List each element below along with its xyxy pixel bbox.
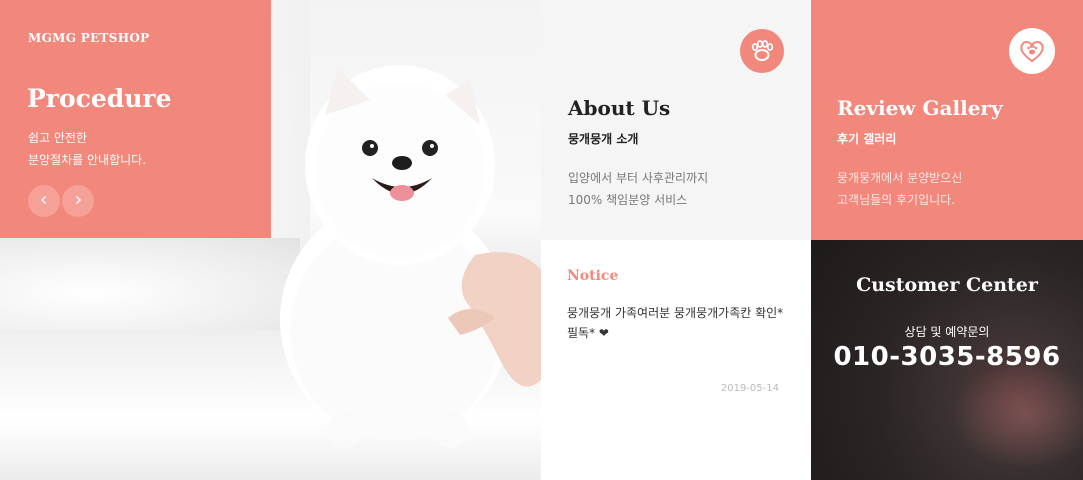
about-subtitle: 뭉개뭉개 소개 (568, 132, 639, 146)
chevron-left-icon (41, 196, 46, 204)
paw-icon (751, 40, 774, 61)
about-description: 입양에서 부터 사후관리까지 100% 책임분양 서비스 (568, 167, 708, 211)
about-title: About Us (568, 96, 671, 120)
customer-center-panel: Customer Center 상담 및 예약문의 010-3035-8596 (811, 240, 1083, 480)
review-desc-line2: 고객님들의 후기입니다. (837, 193, 956, 207)
about-desc-line2: 100% 책임분양 서비스 (568, 193, 688, 207)
phone-number[interactable]: 010-3035-8596 (811, 342, 1083, 372)
review-desc-line1: 뭉개뭉개에서 분양받으신 (837, 171, 963, 185)
procedure-desc-line2: 분양절차를 안내합니다. (28, 153, 147, 167)
heart-paw-icon (1020, 41, 1044, 63)
about-panel[interactable]: About Us 뭉개뭉개 소개 입양에서 부터 사후관리까지 100% 책임분… (541, 0, 811, 240)
heart-badge (1009, 28, 1055, 74)
review-subtitle: 후기 갤러리 (837, 132, 897, 146)
customer-center-subtitle: 상담 및 예약문의 (904, 325, 990, 339)
paw-badge (740, 29, 784, 73)
notice-post-link[interactable]: 뭉개뭉개 가족여러분 뭉개뭉개가족칸 확인*필독* ❤ (567, 303, 787, 343)
review-gallery-panel[interactable]: Review Gallery 후기 갤러리 뭉개뭉개에서 분양받으신 고객님들의… (811, 0, 1083, 240)
customer-center-title: Customer Center (856, 274, 1038, 296)
prev-button[interactable] (28, 185, 60, 217)
next-button[interactable] (62, 185, 94, 217)
procedure-description: 쉽고 안전한 분양절차를 안내합니다. (28, 127, 146, 171)
notice-title[interactable]: Notice (567, 268, 618, 284)
customer-background-photo (951, 360, 1083, 470)
procedure-desc-line1: 쉽고 안전한 (28, 131, 88, 145)
chevron-right-icon (76, 196, 81, 204)
brand-logo-text[interactable]: MGMG PETSHOP (28, 31, 149, 45)
procedure-panel: MGMG PETSHOP Procedure 쉽고 안전한 분양절차를 안내합니… (0, 0, 271, 238)
review-description: 뭉개뭉개에서 분양받으신 고객님들의 후기입니다. (837, 167, 962, 211)
notice-panel: Notice 뭉개뭉개 가족여러분 뭉개뭉개가족칸 확인*필독* ❤ 2019-… (541, 240, 811, 480)
notice-date: 2019-05-14 (720, 383, 779, 394)
review-title: Review Gallery (837, 96, 1003, 120)
about-desc-line1: 입양에서 부터 사후관리까지 (568, 171, 709, 185)
procedure-title: Procedure (27, 84, 172, 113)
